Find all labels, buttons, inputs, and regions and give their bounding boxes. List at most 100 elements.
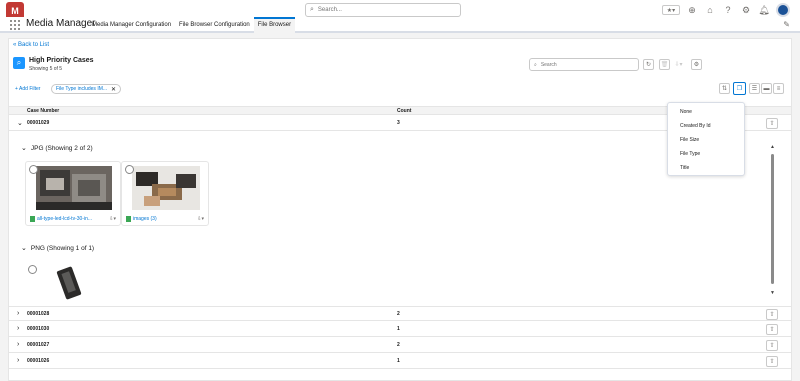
add-icon[interactable]: ⊕ [686, 4, 698, 16]
back-to-list-link[interactable]: « Back to List [13, 42, 49, 48]
case-number: 00001026 [27, 358, 50, 364]
app-navigation: Media Manager Media Manager Configuratio… [0, 17, 800, 33]
table-row[interactable]: › 00001026 1 ⇧ [9, 354, 791, 369]
app-launcher-icon[interactable] [10, 20, 20, 30]
file-name[interactable]: images (3) [133, 216, 157, 222]
list-search-placeholder: Search [540, 61, 557, 68]
trailhead-icon[interactable]: ⌂ [704, 4, 716, 16]
scroll-down-icon[interactable]: ▼ [770, 290, 775, 296]
file-card-footer: images (3) ⇩▾ [126, 216, 204, 222]
menu-item-file-size[interactable]: File Size [680, 137, 699, 143]
file-card-footer: all-type-led-lcd-tv-30-in... ⇩▾ [30, 216, 116, 222]
case-count: 2 [397, 311, 400, 317]
header-actions: ★▾ ⊕ ⌂ ? ⚙ 🔔︎ [662, 3, 790, 17]
table-view-button[interactable]: ≡ [773, 83, 784, 94]
upload-icon[interactable]: ⇧ [766, 118, 778, 129]
group-by-button[interactable]: ❐ [733, 82, 746, 95]
table-row[interactable]: › 00001027 2 ⇧ [9, 338, 791, 353]
group-jpg-header[interactable]: ⌄ JPG (Showing 2 of 2) [21, 144, 93, 152]
upload-icon[interactable]: ⇧ [766, 309, 778, 320]
table-row[interactable]: › 00001030 1 ⇧ [9, 322, 791, 337]
chevron-right-icon[interactable]: › [17, 310, 19, 317]
scrollbar-thumb[interactable] [771, 154, 774, 284]
table-row[interactable]: › 00001028 2 ⇧ [9, 306, 791, 321]
column-case-number[interactable]: Case Number [27, 108, 59, 114]
filter-pill[interactable]: File Type includes IM... ✕ [51, 84, 122, 94]
filter-bar: + Add Filter File Type includes IM... ✕ [9, 81, 791, 97]
delete-button[interactable]: 🗑︎ [659, 59, 670, 70]
file-card[interactable] [25, 262, 115, 302]
upload-icon[interactable]: ⇧ [766, 356, 778, 367]
nav-tabs: Media Manager Configuration File Browser… [88, 17, 296, 33]
download-menu-button[interactable]: ⇩▾ [673, 59, 684, 70]
search-icon: ⌕ [534, 61, 537, 68]
scrollbar[interactable]: ▲ ▼ [770, 144, 775, 296]
chevron-down-icon[interactable]: ⌄ [21, 145, 27, 152]
scroll-up-icon[interactable]: ▲ [770, 144, 775, 150]
group-png-label: PNG (Showing 1 of 1) [30, 245, 95, 252]
list-header: ⌕ High Priority Cases Showing 5 of 5 ⌕ S… [9, 51, 791, 75]
case-count: 2 [397, 342, 400, 348]
file-card[interactable]: images (3) ⇩▾ [121, 161, 209, 226]
chevron-down-icon[interactable]: ⌄ [21, 245, 27, 252]
select-radio[interactable] [125, 165, 134, 174]
file-name[interactable]: all-type-led-lcd-tv-30-in... [37, 216, 92, 222]
case-count: 1 [397, 358, 400, 364]
case-number: 00001029 [27, 120, 50, 126]
tab-file-browser[interactable]: File Browser [253, 17, 296, 33]
chevron-right-icon[interactable]: › [17, 357, 19, 364]
image-file-icon [30, 216, 35, 222]
refresh-button[interactable]: ↻ [643, 59, 654, 70]
case-number: 00001028 [27, 311, 50, 317]
upload-icon[interactable]: ⇧ [766, 340, 778, 351]
settings-button[interactable]: ⚙ [691, 59, 702, 70]
chevron-right-icon[interactable]: › [17, 325, 19, 332]
group-by-menu: None Created By Id File Size File Type T… [667, 102, 745, 176]
add-filter-button[interactable]: + Add Filter [15, 86, 40, 92]
download-menu-icon[interactable]: ⇩▾ [197, 216, 204, 222]
close-icon[interactable]: ✕ [111, 86, 116, 93]
app-name: Media Manager [26, 18, 96, 29]
gear-icon[interactable]: ⚙ [740, 4, 752, 16]
list-view-button[interactable]: ☰ [749, 83, 760, 94]
tab-media-manager-configuration[interactable]: Media Manager Configuration [88, 17, 175, 33]
phone-thumbnail [56, 266, 82, 300]
file-browser-panel: « Back to List ⌕ High Priority Cases Sho… [8, 38, 792, 381]
search-object-icon: ⌕ [13, 57, 25, 69]
page-title: High Priority Cases [29, 57, 94, 64]
case-count: 1 [397, 326, 400, 332]
logo-text: M [11, 6, 19, 16]
column-count[interactable]: Count [397, 108, 411, 114]
menu-item-title[interactable]: Title [680, 165, 689, 171]
upload-icon[interactable]: ⇧ [766, 324, 778, 335]
select-radio[interactable] [28, 265, 37, 274]
tab-file-browser-configuration[interactable]: File Browser Configuration [175, 17, 254, 33]
list-search-input[interactable]: ⌕ Search [529, 58, 639, 71]
favorites-button[interactable]: ★▾ [662, 5, 680, 15]
chevron-right-icon[interactable]: › [17, 341, 19, 348]
menu-item-created-by-id[interactable]: Created By Id [680, 123, 711, 129]
case-number: 00001030 [27, 326, 50, 332]
tv-thumbnail [36, 166, 112, 210]
image-file-icon [126, 216, 131, 222]
hands-thumbnail [132, 166, 200, 210]
avatar[interactable] [776, 3, 790, 17]
menu-item-none[interactable]: None [680, 109, 692, 115]
file-card[interactable]: all-type-led-lcd-tv-30-in... ⇩▾ [25, 161, 121, 226]
sort-button[interactable]: ⇅ [719, 83, 730, 94]
group-png-header[interactable]: ⌄ PNG (Showing 1 of 1) [21, 244, 94, 252]
select-radio[interactable] [29, 165, 38, 174]
card-view-button[interactable]: ▬ [761, 83, 772, 94]
download-menu-icon[interactable]: ⇩▾ [109, 216, 116, 222]
bell-icon[interactable]: 🔔︎ [758, 4, 770, 16]
search-icon: ⌕ [310, 6, 314, 13]
pencil-icon[interactable]: ✎ [783, 20, 790, 29]
record-count: Showing 5 of 5 [29, 66, 63, 72]
group-jpg-label: JPG (Showing 2 of 2) [30, 145, 93, 152]
case-count: 3 [397, 120, 400, 126]
global-search-placeholder: Search... [317, 7, 342, 13]
menu-item-file-type[interactable]: File Type [680, 151, 700, 157]
chevron-down-icon[interactable]: ⌄ [17, 119, 23, 127]
global-search-input[interactable]: ⌕ Search... [305, 3, 461, 17]
help-icon[interactable]: ? [722, 4, 734, 16]
